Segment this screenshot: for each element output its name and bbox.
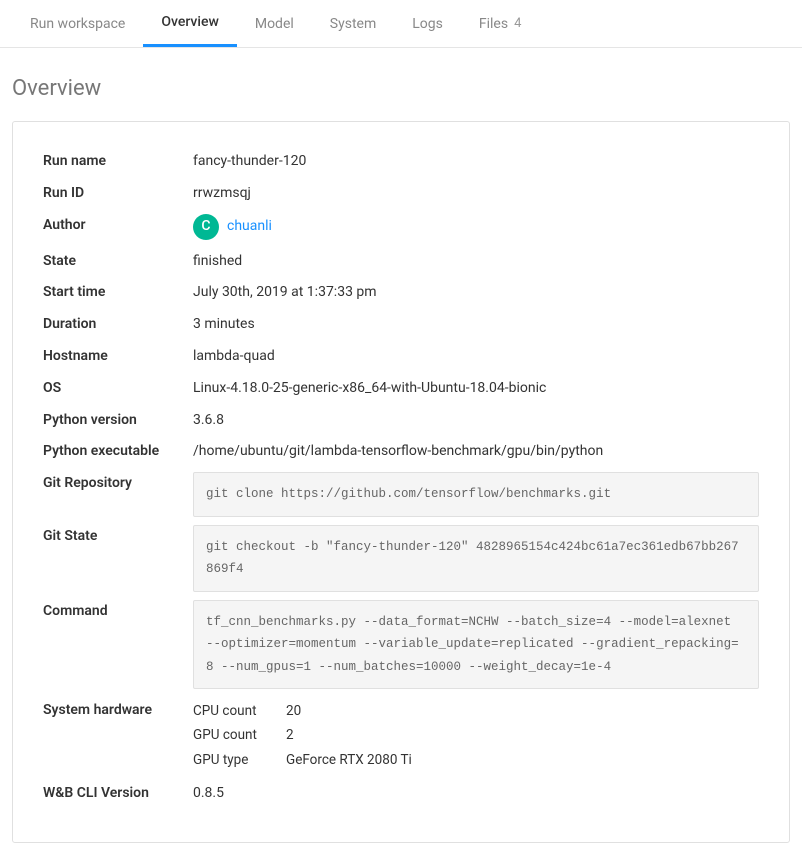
hardware-value-gpu-count: 2 — [286, 723, 294, 747]
hardware-row-cpu: CPU count 20 — [193, 699, 759, 723]
hardware-label-cpu: CPU count — [193, 699, 268, 723]
row-start-time: Start time July 30th, 2019 at 1:37:33 pm — [43, 281, 759, 305]
hardware-value-gpu-type: GeForce RTX 2080 Ti — [286, 748, 412, 772]
label-start-time: Start time — [43, 281, 193, 305]
label-python-version: Python version — [43, 409, 193, 433]
tab-files[interactable]: Files 4 — [461, 0, 540, 47]
value-command[interactable]: tf_cnn_benchmarks.py --data_format=NCHW … — [193, 600, 759, 690]
tab-overview[interactable]: Overview — [143, 0, 236, 47]
value-git-repository[interactable]: git clone https://github.com/tensorflow/… — [193, 472, 759, 517]
label-hostname: Hostname — [43, 345, 193, 369]
value-cli-version: 0.8.5 — [193, 782, 759, 806]
row-command: Command tf_cnn_benchmarks.py --data_form… — [43, 600, 759, 690]
tab-model[interactable]: Model — [237, 0, 312, 47]
value-state: finished — [193, 250, 759, 274]
value-os: Linux-4.18.0-25-generic-x86_64-with-Ubun… — [193, 377, 759, 401]
label-run-name: Run name — [43, 150, 193, 174]
row-git-repository: Git Repository git clone https://github.… — [43, 472, 759, 517]
label-duration: Duration — [43, 313, 193, 337]
row-system-hardware: System hardware CPU count 20 GPU count 2… — [43, 699, 759, 772]
label-git-repository: Git Repository — [43, 472, 193, 496]
value-author: C chuanli — [193, 214, 759, 240]
row-python-version: Python version 3.6.8 — [43, 409, 759, 433]
tab-run-workspace[interactable]: Run workspace — [12, 0, 143, 47]
label-command: Command — [43, 600, 193, 624]
row-os: OS Linux-4.18.0-25-generic-x86_64-with-U… — [43, 377, 759, 401]
label-cli-version: W&B CLI Version — [43, 782, 193, 806]
hardware-row-gpu-count: GPU count 2 — [193, 723, 759, 747]
tab-files-label: Files — [479, 16, 508, 32]
avatar: C — [193, 214, 219, 240]
value-run-id: rrwzmsqj — [193, 182, 759, 206]
label-git-state: Git State — [43, 525, 193, 549]
row-run-name: Run name fancy-thunder-120 — [43, 150, 759, 174]
hardware-row-gpu-type: GPU type GeForce RTX 2080 Ti — [193, 748, 759, 772]
label-python-executable: Python executable — [43, 440, 193, 464]
label-os: OS — [43, 377, 193, 401]
row-cli-version: W&B CLI Version 0.8.5 — [43, 782, 759, 806]
label-system-hardware: System hardware — [43, 699, 193, 723]
author-link[interactable]: chuanli — [227, 215, 272, 239]
value-git-state[interactable]: git checkout -b "fancy-thunder-120" 4828… — [193, 525, 759, 592]
row-git-state: Git State git checkout -b "fancy-thunder… — [43, 525, 759, 592]
label-run-id: Run ID — [43, 182, 193, 206]
value-start-time: July 30th, 2019 at 1:37:33 pm — [193, 281, 759, 305]
value-python-version: 3.6.8 — [193, 409, 759, 433]
overview-panel: Run name fancy-thunder-120 Run ID rrwzms… — [12, 121, 790, 843]
row-hostname: Hostname lambda-quad — [43, 345, 759, 369]
row-run-id: Run ID rrwzmsqj — [43, 182, 759, 206]
row-author: Author C chuanli — [43, 214, 759, 240]
tabs-bar: Run workspace Overview Model System Logs… — [0, 0, 802, 48]
value-hostname: lambda-quad — [193, 345, 759, 369]
label-state: State — [43, 250, 193, 274]
tab-logs[interactable]: Logs — [394, 0, 461, 47]
row-state: State finished — [43, 250, 759, 274]
page-title: Overview — [0, 48, 802, 121]
label-author: Author — [43, 214, 193, 238]
hardware-value-cpu: 20 — [286, 699, 301, 723]
hardware-label-gpu-type: GPU type — [193, 748, 268, 772]
row-duration: Duration 3 minutes — [43, 313, 759, 337]
row-python-executable: Python executable /home/ubuntu/git/lambd… — [43, 440, 759, 464]
value-python-executable: /home/ubuntu/git/lambda-tensorflow-bench… — [193, 440, 759, 464]
hardware-label-gpu-count: GPU count — [193, 723, 268, 747]
tab-system[interactable]: System — [312, 0, 394, 47]
value-run-name: fancy-thunder-120 — [193, 150, 759, 174]
tab-files-count: 4 — [514, 16, 521, 31]
value-system-hardware: CPU count 20 GPU count 2 GPU type GeForc… — [193, 699, 759, 772]
value-duration: 3 minutes — [193, 313, 759, 337]
